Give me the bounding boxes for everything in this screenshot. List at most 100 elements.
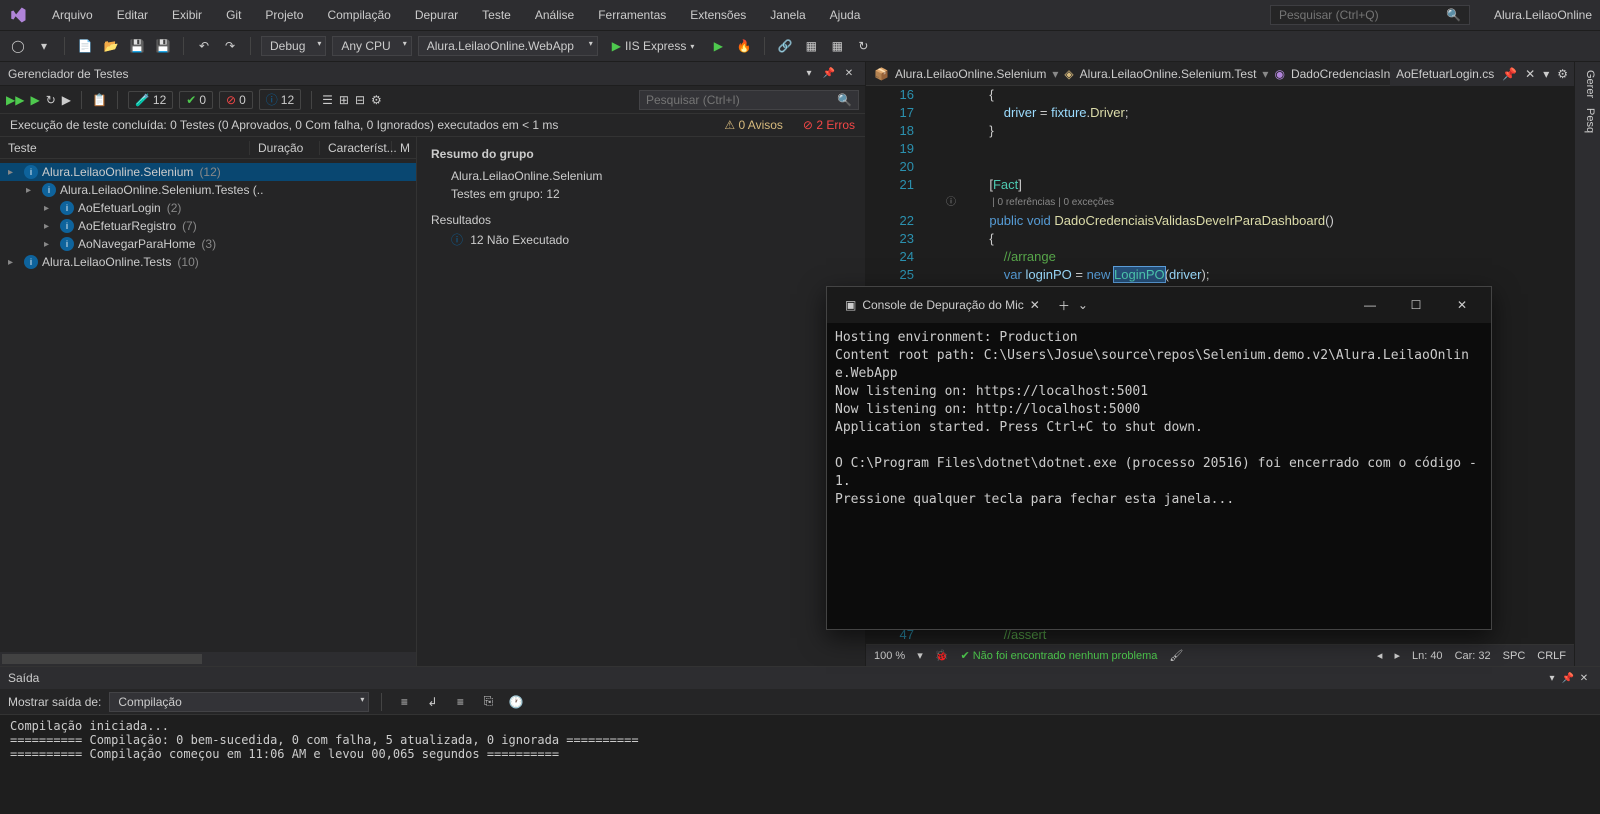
right-collapsed-panels[interactable]: Gerer Pesq xyxy=(1574,62,1600,666)
right-tab-2[interactable]: Pesq xyxy=(1579,108,1596,133)
redo-icon[interactable]: ↷ xyxy=(220,36,240,56)
tree-row[interactable]: ▸iAlura.LeilaoOnline.Selenium.Testes (.. xyxy=(0,181,416,199)
breadcrumb-0[interactable]: Alura.LeilaoOnline.Selenium xyxy=(895,67,1046,81)
tab-close-icon[interactable]: ✕ xyxy=(1525,67,1535,81)
run-button[interactable]: ▶ IIS Express ▾ xyxy=(604,37,703,55)
col-test[interactable]: Teste xyxy=(0,141,250,155)
run-all-tests-icon[interactable]: ▶▶ xyxy=(6,93,24,107)
tool-icon-3[interactable]: ↻ xyxy=(853,36,873,56)
editor-tab-active[interactable]: AoEfetuarLogin.cs xyxy=(1396,67,1494,81)
expand-icon[interactable]: ▸ xyxy=(26,185,38,196)
config-dropdown[interactable]: Debug xyxy=(261,36,326,56)
menu-compilacao[interactable]: Compilação xyxy=(317,4,400,26)
console-tab[interactable]: ▣ Console de Depuração do Mic ✕ xyxy=(835,294,1050,316)
output-source-dropdown[interactable]: Compilação xyxy=(109,692,369,712)
tool-icon-1[interactable]: ▦ xyxy=(801,36,821,56)
tree-row[interactable]: ▸iAoEfetuarRegistro(7) xyxy=(0,217,416,235)
flask-counter[interactable]: 🧪12 xyxy=(128,91,173,109)
skip-counter[interactable]: ⓘ12 xyxy=(259,89,301,110)
test-tree[interactable]: ▸iAlura.LeilaoOnline.Selenium(12)▸iAlura… xyxy=(0,159,416,652)
console-titlebar[interactable]: ▣ Console de Depuração do Mic ✕ ＋ ⌄ — ☐ … xyxy=(827,287,1491,323)
menu-ajuda[interactable]: Ajuda xyxy=(820,4,871,26)
menu-ferramentas[interactable]: Ferramentas xyxy=(588,4,676,26)
playlist-icon[interactable]: 📋 xyxy=(92,93,107,107)
warnings-badge[interactable]: ⚠ 0 Avisos xyxy=(724,118,783,132)
output-toggle-icon[interactable]: ≡ xyxy=(450,692,470,712)
expand-icon[interactable]: ▸ xyxy=(8,257,20,268)
browser-link-icon[interactable]: 🔗 xyxy=(775,36,795,56)
save-all-icon[interactable]: 💾 xyxy=(153,36,173,56)
menu-editar[interactable]: Editar xyxy=(107,4,158,26)
output-pin-icon[interactable]: 📌 xyxy=(1560,670,1576,686)
tab-menu-icon[interactable]: ⌄ xyxy=(1078,298,1088,312)
global-search[interactable]: 🔍 xyxy=(1270,5,1470,25)
zoom-dropdown-icon[interactable]: ▾ xyxy=(917,649,923,662)
pin-icon[interactable]: 📌 xyxy=(821,66,837,82)
fail-counter[interactable]: ⊘0 xyxy=(219,91,253,109)
start-no-debug-icon[interactable]: ▶ xyxy=(708,36,728,56)
tree-row[interactable]: ▸iAlura.LeilaoOnline.Tests(10) xyxy=(0,253,416,271)
output-wrap-icon[interactable]: ↲ xyxy=(422,692,442,712)
menu-arquivo[interactable]: Arquivo xyxy=(42,4,103,26)
col-duration[interactable]: Duração xyxy=(250,141,320,155)
settings-icon[interactable]: ⚙ xyxy=(371,93,382,107)
tree-scrollbar[interactable] xyxy=(0,652,416,666)
menu-extensoes[interactable]: Extensões xyxy=(680,4,756,26)
breadcrumb-1[interactable]: Alura.LeilaoOnline.Selenium.Test xyxy=(1080,67,1257,81)
tab-more-icon[interactable]: ▾ xyxy=(1543,67,1549,81)
pass-counter[interactable]: ✔0 xyxy=(179,91,213,109)
menu-depurar[interactable]: Depurar xyxy=(405,4,468,26)
nav-next-icon[interactable]: ▸ xyxy=(1394,649,1400,662)
panel-dropdown-icon[interactable]: ▾ xyxy=(801,66,817,82)
repeat-test-icon[interactable]: ↻ xyxy=(46,93,56,107)
right-tab-1[interactable]: Gerer xyxy=(1579,70,1596,98)
menu-projeto[interactable]: Projeto xyxy=(255,4,313,26)
view-icon-2[interactable]: ⊟ xyxy=(355,93,365,107)
console-tab-close-icon[interactable]: ✕ xyxy=(1030,298,1040,312)
window-close-icon[interactable]: ✕ xyxy=(1441,290,1483,320)
run-failed-icon[interactable]: ▶ xyxy=(62,93,71,107)
bug-icon[interactable]: 🐞 xyxy=(935,649,949,662)
eol-mode[interactable]: CRLF xyxy=(1537,650,1566,662)
output-clear-icon[interactable]: ≡ xyxy=(394,692,414,712)
tool-icon-2[interactable]: ▦ xyxy=(827,36,847,56)
console-output[interactable]: Hosting environment: Production Content … xyxy=(827,323,1491,629)
expand-icon[interactable]: ▸ xyxy=(44,239,56,250)
global-search-input[interactable] xyxy=(1279,8,1446,22)
menu-analise[interactable]: Análise xyxy=(525,4,584,26)
output-close-icon[interactable]: ✕ xyxy=(1576,670,1592,686)
platform-dropdown[interactable]: Any CPU xyxy=(332,36,411,56)
output-content[interactable]: Compilação iniciada... ========== Compil… xyxy=(0,715,1600,784)
tab-preview-icon[interactable]: 📌 xyxy=(1502,67,1517,81)
startup-dropdown[interactable]: Alura.LeilaoOnline.WebApp xyxy=(418,36,598,56)
menu-janela[interactable]: Janela xyxy=(760,4,815,26)
col-traits[interactable]: Característ... xyxy=(320,141,392,155)
col-m[interactable]: M xyxy=(392,141,412,155)
tab-settings-icon[interactable]: ⚙ xyxy=(1557,67,1568,81)
brush-icon[interactable]: 🖌 xyxy=(1169,649,1183,662)
test-search-input[interactable] xyxy=(646,93,837,107)
nav-back-icon[interactable]: ◯ xyxy=(8,36,28,56)
indent-mode[interactable]: SPC xyxy=(1503,650,1526,662)
new-item-icon[interactable]: 📄 xyxy=(75,36,95,56)
menu-exibir[interactable]: Exibir xyxy=(162,4,212,26)
tree-row[interactable]: ▸iAoNavegarParaHome(3) xyxy=(0,235,416,253)
expand-icon[interactable]: ▸ xyxy=(8,167,20,178)
close-icon[interactable]: ✕ xyxy=(841,66,857,82)
menu-teste[interactable]: Teste xyxy=(472,4,521,26)
zoom-level[interactable]: 100 % xyxy=(874,650,905,662)
group-by-icon[interactable]: ☰ xyxy=(322,93,333,107)
nav-fwd-icon[interactable]: ▾ xyxy=(34,36,54,56)
output-goto-icon[interactable]: ⎘ xyxy=(478,692,498,712)
run-test-icon[interactable]: ▶ xyxy=(30,93,39,107)
output-dropdown-icon[interactable]: ▾ xyxy=(1544,670,1560,686)
errors-badge[interactable]: ⊘ 2 Erros xyxy=(803,118,855,132)
tree-row[interactable]: ▸iAlura.LeilaoOnline.Selenium(12) xyxy=(0,163,416,181)
expand-icon[interactable]: ▸ xyxy=(44,203,56,214)
nav-prev-icon[interactable]: ◂ xyxy=(1377,649,1383,662)
view-icon-1[interactable]: ⊞ xyxy=(339,93,349,107)
new-tab-icon[interactable]: ＋ xyxy=(1058,297,1070,314)
hot-reload-icon[interactable]: 🔥 xyxy=(734,36,754,56)
tree-row[interactable]: ▸iAoEfetuarLogin(2) xyxy=(0,199,416,217)
output-time-icon[interactable]: 🕐 xyxy=(506,692,526,712)
